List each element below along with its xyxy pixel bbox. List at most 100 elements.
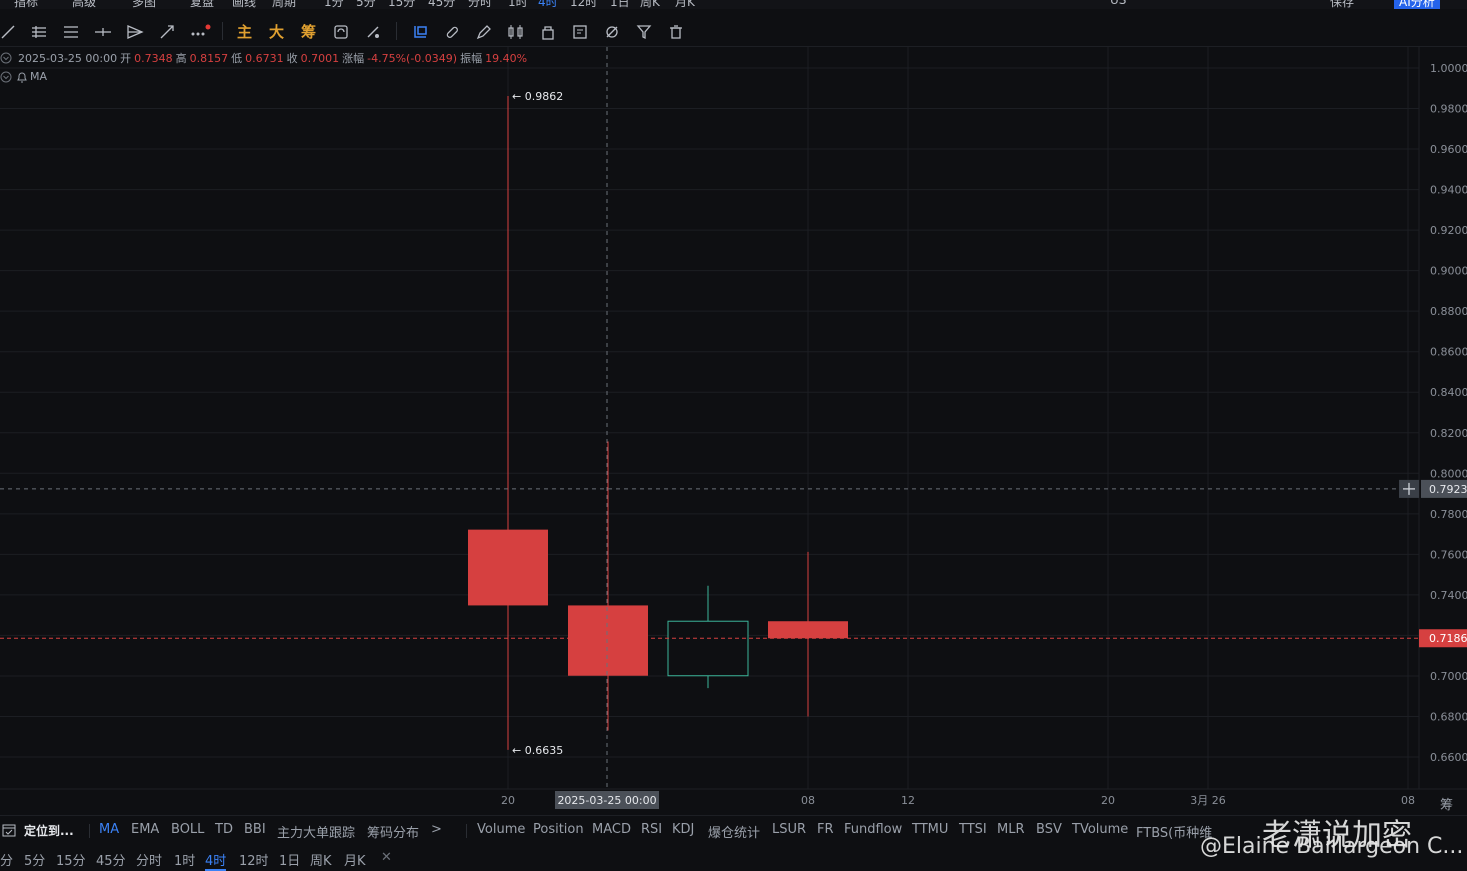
- edit-note-icon[interactable]: [568, 20, 592, 44]
- sub-tvolume[interactable]: TVolume: [1072, 822, 1128, 837]
- price-chart[interactable]: 1.0000 0.9800 0.9600 0.9400 0.9200 0.9000 0.88…: [0, 47, 1467, 813]
- menu-save[interactable]: 保存: [1330, 0, 1354, 9]
- tf-1h[interactable]: 1时: [174, 850, 195, 869]
- tf-month[interactable]: 月K: [344, 850, 366, 869]
- indicator-more-arrow[interactable]: >: [431, 822, 442, 837]
- indicator-bar: 定位到... MA EMA BOLL TD BBI 主力大单跟踪 筹码分布 > …: [0, 798, 1467, 844]
- indicator-ma[interactable]: MA: [99, 822, 119, 837]
- pencil-icon[interactable]: [472, 20, 496, 44]
- tf-5m[interactable]: 5分: [24, 850, 45, 869]
- parallel-lines-icon[interactable]: [27, 20, 51, 44]
- ma-label[interactable]: MA: [30, 70, 47, 83]
- tf-partial[interactable]: 分: [0, 850, 13, 869]
- drawing-toolbar: 主 大 筹: [0, 16, 1467, 47]
- menu-period[interactable]: 周期: [272, 0, 296, 9]
- magnet-select-icon[interactable]: [408, 20, 432, 44]
- tf-close-icon[interactable]: ✕: [381, 850, 392, 865]
- indicator-ema[interactable]: EMA: [131, 822, 159, 837]
- menu-5m[interactable]: 5分: [356, 0, 376, 9]
- sub-macd[interactable]: MACD: [592, 822, 631, 837]
- indicator-large-order[interactable]: 主力大单跟踪: [277, 822, 355, 841]
- indicator-chip[interactable]: 筹码分布: [367, 822, 419, 841]
- menu-1m[interactable]: 1分: [324, 0, 344, 9]
- sub-volume[interactable]: Volume: [477, 822, 525, 837]
- sub-bsv[interactable]: BSV: [1036, 822, 1062, 837]
- eye-icon[interactable]: [600, 20, 624, 44]
- tf-12h[interactable]: 12时: [239, 850, 269, 869]
- sub-ttsi[interactable]: TTSI: [959, 822, 987, 837]
- sub-mlr[interactable]: MLR: [997, 822, 1025, 837]
- sub-liquidation[interactable]: 爆仓统计: [708, 822, 760, 841]
- menu-1h[interactable]: 1时: [508, 0, 528, 9]
- large-order-toggle[interactable]: 大: [269, 21, 284, 42]
- menu-1d[interactable]: 1日: [610, 0, 630, 9]
- link-icon[interactable]: [440, 20, 464, 44]
- menu-15m[interactable]: 15分: [388, 0, 415, 9]
- indicator-bbi[interactable]: BBI: [244, 822, 266, 837]
- calendar-icon[interactable]: [2, 823, 16, 837]
- ray-arrow-icon[interactable]: [155, 20, 179, 44]
- candle-body[interactable]: [768, 621, 848, 639]
- sub-rsi[interactable]: RSI: [641, 822, 662, 837]
- filter-icon[interactable]: [632, 20, 656, 44]
- sub-lsur[interactable]: LSUR: [772, 822, 806, 837]
- collapse-ma-icon[interactable]: [0, 71, 12, 83]
- tf-week[interactable]: 周K: [310, 850, 332, 869]
- pitchfork-icon[interactable]: [123, 20, 147, 44]
- chip-distribution-toggle[interactable]: 筹: [301, 21, 316, 42]
- sub-position[interactable]: Position: [533, 822, 584, 837]
- indicator-td[interactable]: TD: [215, 822, 233, 837]
- tf-15m[interactable]: 15分: [56, 850, 86, 869]
- sub-ftbs[interactable]: FTBS(币种维: [1136, 822, 1212, 841]
- collapse-icon[interactable]: [0, 52, 12, 64]
- x-tick-label: 08: [1401, 794, 1415, 807]
- y-tick-label: 1.0000: [1430, 62, 1467, 75]
- menu-indicators[interactable]: 指标: [14, 0, 38, 9]
- menu-timeshare[interactable]: 分时: [468, 0, 492, 9]
- x-tick-label: 3月 26: [1190, 794, 1226, 807]
- menu-month[interactable]: 月K: [675, 0, 695, 9]
- horizontal-line-icon[interactable]: [91, 20, 115, 44]
- tf-1d[interactable]: 1日: [279, 850, 300, 869]
- menu-advanced[interactable]: 高级: [72, 0, 96, 9]
- menu-us[interactable]: US: [1110, 0, 1126, 7]
- x-tick-label: 12: [901, 794, 915, 807]
- sub-fundflow[interactable]: Fundflow: [844, 822, 902, 837]
- trash-icon[interactable]: [664, 20, 688, 44]
- candle-body[interactable]: [568, 605, 648, 676]
- sub-kdj[interactable]: KDJ: [672, 822, 694, 837]
- y-tick-label: 0.9200: [1430, 224, 1467, 237]
- menu-45m[interactable]: 45分: [428, 0, 455, 9]
- brush-icon[interactable]: [361, 20, 385, 44]
- sub-fr[interactable]: FR: [817, 822, 834, 837]
- tf-timeshare[interactable]: 分时: [136, 850, 162, 869]
- open-value: 0.7348: [134, 51, 173, 65]
- tf-45m[interactable]: 45分: [96, 850, 126, 869]
- sub-ttmu[interactable]: TTMU: [912, 822, 948, 837]
- chip-side-label[interactable]: 筹: [1440, 794, 1453, 813]
- hline-group-icon[interactable]: [59, 20, 83, 44]
- candle-style-icon[interactable]: [504, 20, 528, 44]
- menu-12h[interactable]: 12时: [570, 0, 597, 9]
- bell-icon[interactable]: [16, 71, 28, 83]
- candle-body[interactable]: [667, 620, 749, 677]
- y-tick-label: 0.8600: [1430, 346, 1467, 359]
- sync-icon[interactable]: [329, 20, 353, 44]
- y-tick-label: 0.8400: [1430, 386, 1467, 399]
- ai-analysis-button[interactable]: AI分析: [1394, 0, 1440, 9]
- menu-week[interactable]: 周K: [640, 0, 660, 9]
- main-indicator-toggle[interactable]: 主: [237, 21, 252, 42]
- indicator-boll[interactable]: BOLL: [171, 822, 204, 837]
- menu-4h[interactable]: 4时: [538, 0, 558, 9]
- open-label: 开: [120, 52, 132, 65]
- menu-replay[interactable]: 复盘: [190, 0, 214, 9]
- trend-line-icon[interactable]: [0, 20, 20, 44]
- low-label: 低: [231, 52, 243, 65]
- timeframe-bar: 分 5分 15分 45分 分时 1时 4时 12时 1日 周K 月K ✕: [0, 843, 1467, 871]
- candle-body[interactable]: [468, 529, 548, 606]
- more-tools-icon[interactable]: [187, 20, 211, 44]
- locate-button[interactable]: 定位到...: [24, 822, 74, 839]
- menu-multi-chart[interactable]: 多图: [132, 0, 156, 9]
- menu-drawing[interactable]: 画线: [232, 0, 256, 9]
- lock-icon[interactable]: [536, 20, 560, 44]
